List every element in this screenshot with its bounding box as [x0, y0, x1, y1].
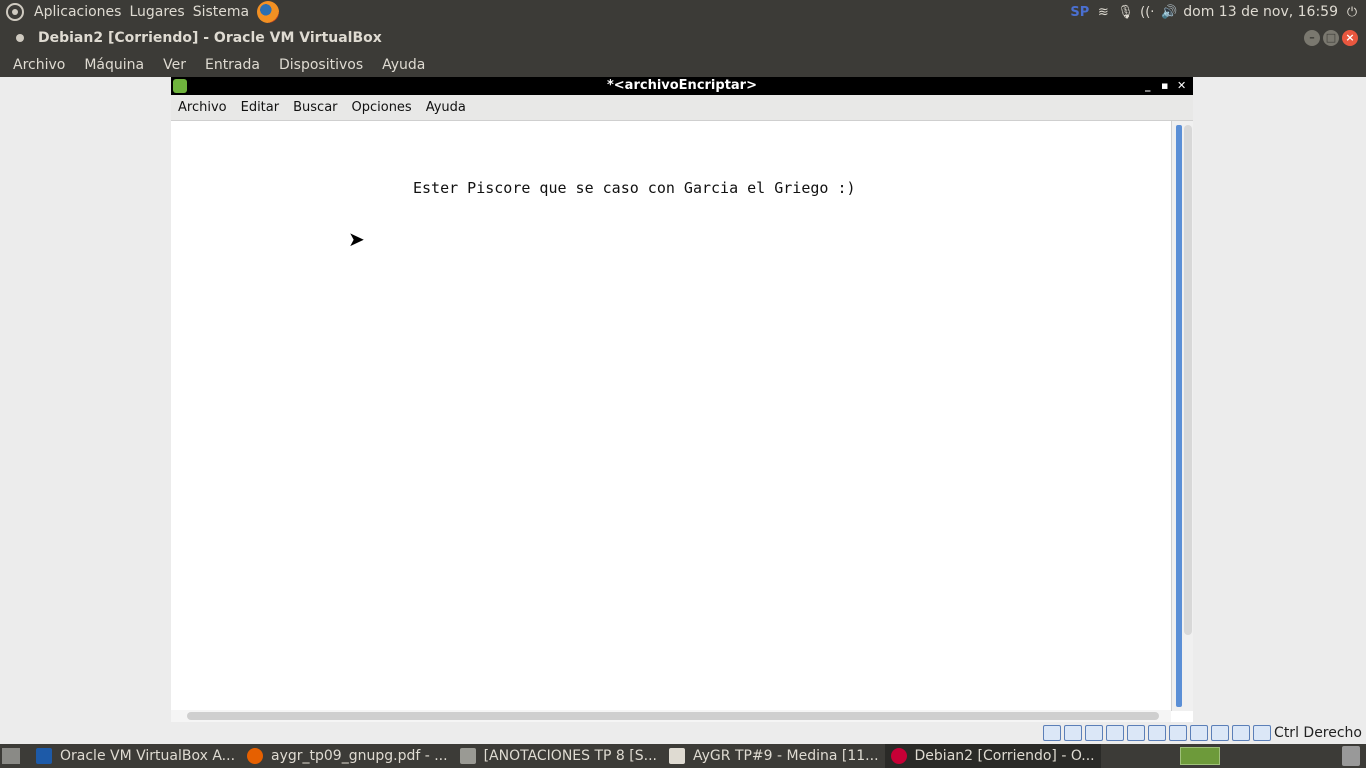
display-icon[interactable] [1169, 725, 1188, 741]
taskbar-item-label: Debian2 [Corriendo] - O... [914, 748, 1095, 764]
menu-lugares[interactable]: Lugares [125, 0, 188, 24]
close-button[interactable]: × [1342, 30, 1358, 46]
hard-disk-icon[interactable] [1043, 725, 1062, 741]
trash-icon[interactable] [1342, 746, 1360, 766]
editor-menu-opciones[interactable]: Opciones [352, 100, 412, 115]
virtualbox-menubar: Archivo Máquina Ver Entrada Dispositivos… [0, 52, 1366, 77]
taskbar-item[interactable]: Debian2 [Corriendo] - O... [884, 744, 1101, 768]
video-capture-icon[interactable] [1190, 725, 1209, 741]
microphone-icon[interactable]: 🎙 [1117, 5, 1134, 20]
editor-menu-editar[interactable]: Editar [241, 100, 280, 115]
guest-display[interactable]: *<archivoEncriptar> _ ▪ ✕ Archivo Editar… [0, 77, 1366, 722]
vbox-menu-ayuda[interactable]: Ayuda [375, 57, 432, 73]
ubuntu-logo-icon[interactable] [6, 3, 24, 21]
workspace-switcher[interactable] [1180, 747, 1220, 765]
horizontal-scroll-thumb[interactable] [187, 712, 1159, 720]
bottom-taskbar: Oracle VM VirtualBox A... aygr_tp09_gnup… [0, 744, 1366, 768]
firefox-icon [247, 748, 264, 764]
editor-window: *<archivoEncriptar> _ ▪ ✕ Archivo Editar… [171, 77, 1193, 722]
power-icon[interactable]: ⏻ [1344, 5, 1360, 20]
editor-text-area[interactable]: Ester Piscore que se caso con Garcia el … [171, 121, 1171, 711]
volume-icon[interactable]: 🔊 [1161, 5, 1177, 20]
usb-icon[interactable] [1127, 725, 1146, 741]
vbox-menu-entrada[interactable]: Entrada [198, 57, 267, 73]
text-editor-icon [459, 748, 476, 764]
editor-menu-ayuda[interactable]: Ayuda [426, 100, 466, 115]
scrollbar-lane [1176, 125, 1182, 707]
editor-text-line[interactable]: Ester Piscore que se caso con Garcia el … [413, 179, 856, 197]
window-title: Debian2 [Corriendo] - Oracle VM VirtualB… [38, 30, 382, 46]
vbox-menu-dispositivos[interactable]: Dispositivos [272, 57, 370, 73]
taskbar-item[interactable]: Oracle VM VirtualBox A... [30, 744, 241, 768]
taskbar-item[interactable]: aygr_tp09_gnupg.pdf - ... [241, 744, 454, 768]
taskbar-item-label: Oracle VM VirtualBox A... [60, 748, 236, 764]
vbox-menu-ver[interactable]: Ver [156, 57, 193, 73]
horizontal-scrollbar[interactable] [171, 710, 1171, 722]
editor-titlebar: *<archivoEncriptar> _ ▪ ✕ [171, 77, 1193, 95]
mouse-pointer-icon: ➤ [348, 227, 365, 251]
vbox-menu-maquina[interactable]: Máquina [77, 57, 151, 73]
broadcast-icon[interactable]: ((· [1139, 5, 1155, 20]
show-desktop-icon[interactable] [2, 748, 20, 764]
virtualbox-statusbar: Ctrl Derecho [0, 722, 1366, 744]
taskbar-item-label: aygr_tp09_gnupg.pdf - ... [271, 748, 448, 764]
editor-close-button[interactable]: ✕ [1177, 77, 1186, 94]
vertical-scroll-thumb[interactable] [1184, 125, 1192, 635]
vbox-menu-archivo[interactable]: Archivo [6, 57, 72, 73]
editor-menubar: Archivo Editar Buscar Opciones Ayuda [171, 95, 1193, 121]
menu-aplicaciones[interactable]: Aplicaciones [30, 0, 125, 24]
wifi-icon[interactable]: ≋ [1095, 5, 1111, 20]
debian-icon [890, 748, 907, 764]
firefox-launcher-icon[interactable] [257, 1, 280, 23]
virtualization-icon[interactable] [1211, 725, 1230, 741]
keyboard-layout-indicator[interactable]: SP [1070, 5, 1089, 20]
host-key-label: Ctrl Derecho [1274, 725, 1362, 741]
minimize-button[interactable]: – [1304, 30, 1320, 46]
editor-app-icon [173, 79, 187, 93]
clock[interactable]: dom 13 de nov, 16:59 [1183, 4, 1338, 20]
taskbar-item[interactable]: AyGR TP#9 - Medina [11... [663, 744, 885, 768]
top-panel: Aplicaciones Lugares Sistema SP ≋ 🎙 ((· … [0, 0, 1366, 24]
audio-icon[interactable] [1085, 725, 1104, 741]
editor-minimize-button[interactable]: _ [1145, 77, 1151, 94]
editor-menu-buscar[interactable]: Buscar [293, 100, 337, 115]
editor-menu-archivo[interactable]: Archivo [178, 100, 227, 115]
mouse-integration-icon[interactable] [1232, 725, 1251, 741]
taskbar-item-label: [ANOTACIONES TP 8 [S... [483, 748, 657, 764]
editor-title: *<archivoEncriptar> [606, 78, 757, 93]
vertical-scrollbar[interactable] [1171, 121, 1193, 711]
shared-folder-icon[interactable] [1148, 725, 1167, 741]
editor-maximize-button[interactable]: ▪ [1161, 77, 1168, 94]
menu-sistema[interactable]: Sistema [189, 0, 253, 24]
maximize-button[interactable]: □ [1323, 30, 1339, 46]
document-icon [669, 748, 685, 764]
taskbar-item-label: AyGR TP#9 - Medina [11... [693, 748, 879, 764]
virtualbox-titlebar: Debian2 [Corriendo] - Oracle VM VirtualB… [0, 24, 1366, 52]
optical-drive-icon[interactable] [1064, 725, 1083, 741]
virtualbox-icon [36, 748, 52, 764]
taskbar-item[interactable]: [ANOTACIONES TP 8 [S... [454, 744, 663, 768]
window-indicator-icon [16, 34, 24, 42]
network-icon[interactable] [1106, 725, 1125, 741]
keyboard-capture-icon[interactable] [1253, 725, 1272, 741]
